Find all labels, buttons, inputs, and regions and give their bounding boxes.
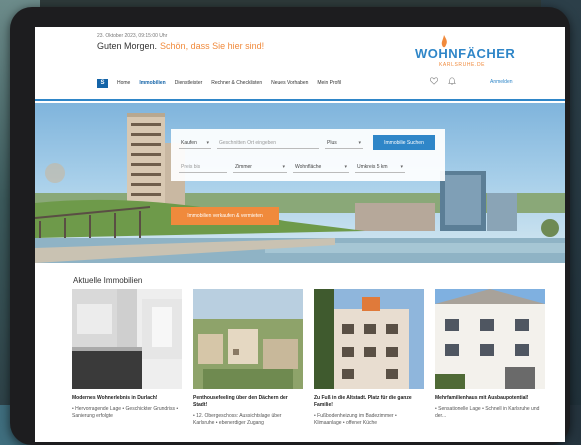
property-image[interactable]: [314, 289, 424, 389]
hero-image: [35, 103, 565, 263]
chevron-down-icon: ▾: [358, 139, 361, 146]
header: 23. Oktober 2023, 09:15:00 Uhr Guten Mor…: [35, 27, 565, 102]
property-features: • Fußbodenheizung im Badezimmer • Klimaa…: [314, 413, 397, 426]
nav-item-dienstleister[interactable]: Dienstleister: [175, 80, 203, 86]
logo-subtitle: KARLSRUHE.DE: [439, 62, 486, 68]
townhouse-photo: [314, 289, 424, 389]
property-image[interactable]: [193, 289, 303, 389]
type-select[interactable]: Umkreis 5 km ▾: [355, 161, 405, 173]
tablet-frame: 23. Oktober 2023, 09:15:00 Uhr Guten Mor…: [10, 7, 570, 445]
type-value: Umkreis 5 km: [357, 163, 388, 170]
search-button[interactable]: Immobilie Suchen: [373, 135, 435, 150]
price-placeholder: Preis bis: [181, 163, 201, 170]
website-screen: 23. Oktober 2023, 09:15:00 Uhr Guten Mor…: [35, 27, 565, 442]
property-image[interactable]: [435, 289, 545, 389]
greeting: Guten Morgen. Schön, dass Sie hier sind!: [97, 41, 264, 51]
area-select[interactable]: Wohnfläche ▾: [293, 161, 349, 173]
nav-item-home[interactable]: Home: [117, 80, 130, 86]
price-input[interactable]: Preis bis: [179, 161, 227, 173]
property-card[interactable]: Mehrfamilienhaus mit Ausbaupotential! • …: [435, 289, 545, 420]
logo-text: WOHNFÄCHER: [415, 46, 516, 61]
apartment-house-photo: [435, 289, 545, 389]
sell-rent-button[interactable]: Immobilien verkaufen & vermieten: [171, 207, 279, 225]
mode-value: Kaufen: [181, 139, 197, 146]
mode-select[interactable]: Kaufen ▾: [179, 137, 211, 149]
radius-select[interactable]: Plus ▾: [325, 137, 363, 149]
property-features: • Sensationelle Lage • Schnell in Karlsr…: [435, 406, 540, 419]
location-placeholder: Geschnitten Ort eingeben: [219, 139, 276, 146]
nav-item-profil[interactable]: Mein Profil: [317, 80, 341, 86]
search-panel: Kaufen ▾ Geschnitten Ort eingeben Plus ▾…: [171, 129, 445, 181]
radius-value: Plus: [327, 139, 337, 146]
property-card[interactable]: Zu Fuß in die Altstadt. Platz für die ga…: [314, 289, 424, 427]
rooms-select[interactable]: Zimmer ▾: [233, 161, 287, 173]
city-aerial-photo: [193, 289, 303, 389]
chevron-down-icon: ▾: [206, 139, 209, 146]
section-title: Aktuelle Immobilien: [73, 276, 143, 285]
nav-item-rechner[interactable]: Rechner & Checklisten: [211, 80, 262, 86]
main-nav: S Home Immobilien Dienstleister Rechner …: [97, 76, 341, 90]
chevron-down-icon: ▾: [344, 163, 347, 170]
property-card[interactable]: Penthousefeeling über den Dächern der St…: [193, 289, 303, 427]
property-title[interactable]: Mehrfamilienhaus mit Ausbaupotential!: [435, 395, 545, 402]
property-image[interactable]: [72, 289, 182, 389]
kitchen-photo: [72, 289, 182, 389]
bank-logo[interactable]: S: [97, 78, 108, 88]
bell-icon[interactable]: [448, 77, 456, 85]
property-title[interactable]: Penthousefeeling über den Dächern der St…: [193, 395, 303, 409]
nav-item-immobilien[interactable]: Immobilien: [139, 80, 165, 86]
rooms-value: Zimmer: [235, 163, 252, 170]
search-row-primary: Kaufen ▾ Geschnitten Ort eingeben Plus ▾: [179, 137, 363, 149]
nav-item-vorhaben[interactable]: Neues Vorhaben: [271, 80, 308, 86]
search-row-filters: Preis bis Zimmer ▾ Wohnfläche ▾ Umkreis …: [179, 161, 405, 173]
area-value: Wohnfläche: [295, 163, 322, 170]
chevron-down-icon: ▾: [282, 163, 285, 170]
header-divider: [35, 99, 565, 101]
heart-icon[interactable]: [430, 77, 438, 85]
site-logo[interactable]: WOHNFÄCHER KARLSRUHE.DE: [415, 35, 525, 71]
hero-scene: [35, 113, 565, 263]
property-title[interactable]: Modernes Wohnerlebnis in Durlach!: [72, 395, 182, 402]
property-features: • Hervorragende Lage • Geschickter Grund…: [72, 406, 179, 419]
property-features: • 12. Obergeschoss: Aussichtslage über K…: [193, 413, 282, 426]
header-icons: [430, 77, 456, 85]
property-title[interactable]: Zu Fuß in die Altstadt. Platz für die ga…: [314, 395, 424, 409]
property-card[interactable]: Modernes Wohnerlebnis in Durlach! • Herv…: [72, 289, 182, 420]
login-link[interactable]: Anmelden: [490, 79, 513, 85]
greeting-text: Guten Morgen.: [97, 41, 158, 51]
date-text: 23. Oktober 2023, 09:15:00 Uhr: [97, 33, 168, 39]
greeting-highlight: Schön, dass Sie hier sind!: [160, 41, 265, 51]
location-input[interactable]: Geschnitten Ort eingeben: [217, 137, 319, 149]
chevron-down-icon: ▾: [400, 163, 403, 170]
